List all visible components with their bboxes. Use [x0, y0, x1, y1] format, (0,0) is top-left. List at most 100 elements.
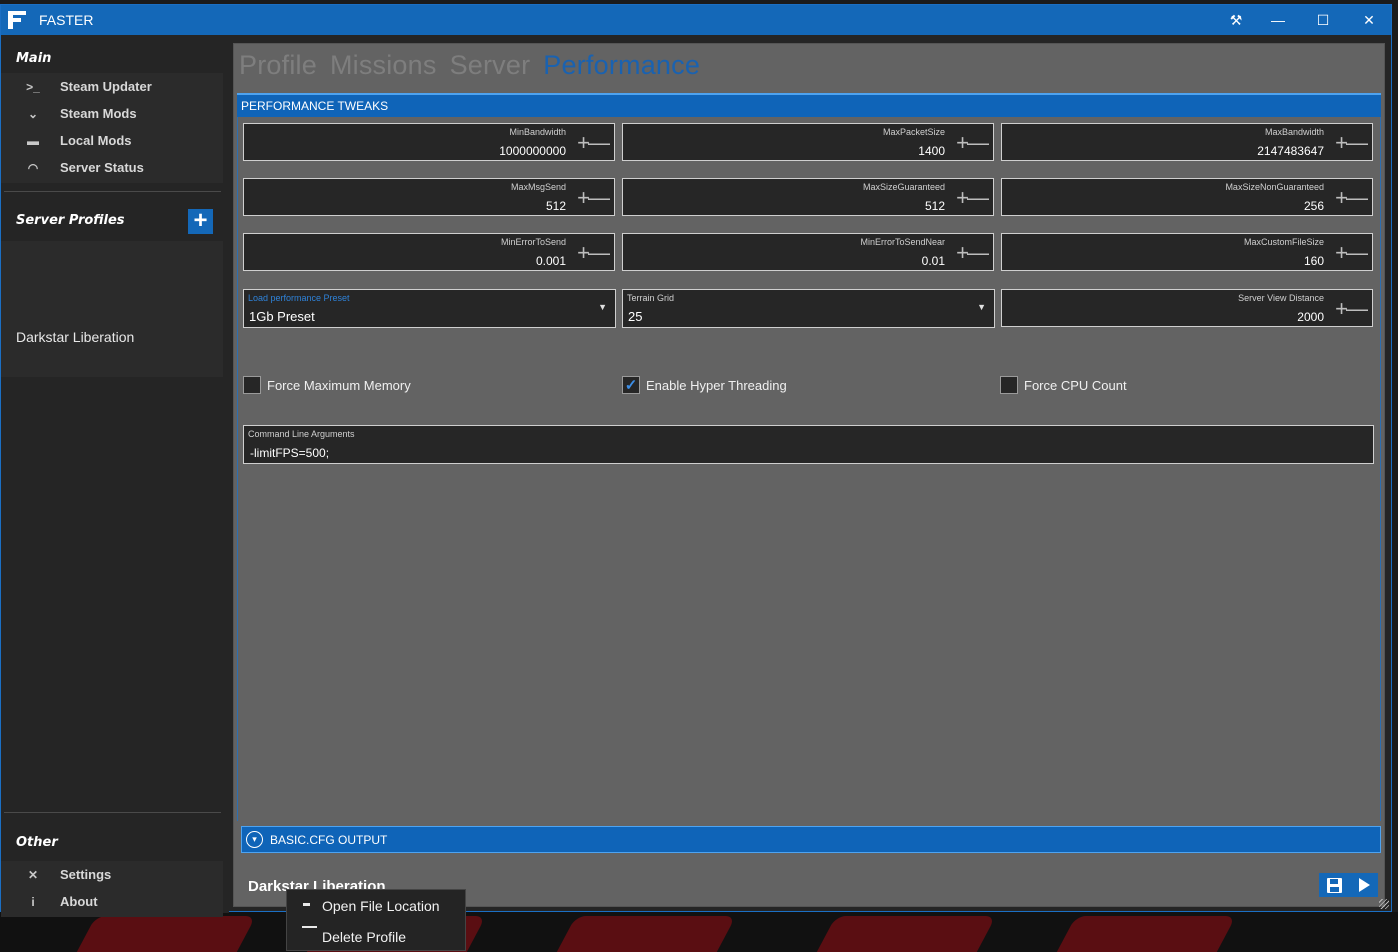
- performance-tweaks-header: PERFORMANCE TWEAKS: [237, 93, 1381, 117]
- max-packet-size-field[interactable]: MaxPacketSize 1400 + —: [622, 123, 994, 161]
- dropdown-label: Load performance Preset: [248, 293, 350, 303]
- dropdown-value: 25: [628, 309, 643, 324]
- sidebar-divider: [4, 191, 221, 192]
- app-logo-icon: [8, 11, 26, 29]
- nav-server-status[interactable]: ◠ Server Status: [1, 154, 223, 181]
- field-label: MinErrorToSend: [500, 237, 566, 247]
- minus-icon[interactable]: —: [1346, 128, 1368, 158]
- force-max-memory-checkbox[interactable]: Force Maximum Memory: [243, 376, 411, 394]
- server-view-distance-field[interactable]: Server View Distance 2000 + —: [1001, 289, 1373, 327]
- background-art: [804, 916, 996, 952]
- field-value[interactable]: 2147483647: [1257, 144, 1324, 158]
- minus-icon[interactable]: —: [1346, 183, 1368, 213]
- max-bandwidth-field[interactable]: MaxBandwidth 2147483647 + —: [1001, 123, 1373, 161]
- server-profiles-label: Server Profiles: [16, 213, 125, 228]
- minus-icon[interactable]: —: [588, 183, 610, 213]
- title-bar[interactable]: FASTER ⚒ — ☐ ✕: [1, 5, 1391, 35]
- basic-cfg-expander[interactable]: ▾ BASIC.CFG OUTPUT: [241, 826, 1381, 853]
- field-label: MaxPacketSize: [882, 127, 945, 137]
- tab-missions[interactable]: Missions: [330, 50, 437, 81]
- nav-local-mods[interactable]: ▬ Local Mods: [1, 127, 223, 154]
- field-value[interactable]: 2000: [1297, 310, 1324, 324]
- nav-item-label: About: [60, 894, 98, 909]
- nav-item-label: Server Status: [60, 160, 144, 175]
- minus-icon[interactable]: —: [1346, 238, 1368, 268]
- field-value[interactable]: 160: [1304, 254, 1324, 268]
- minus-icon[interactable]: —: [967, 183, 989, 213]
- terrain-grid-dropdown[interactable]: Terrain Grid 25 ▼: [622, 289, 995, 328]
- force-cpu-count-checkbox[interactable]: Force CPU Count: [1000, 376, 1127, 394]
- field-value[interactable]: 1000000000: [499, 144, 566, 158]
- chevron-down-icon[interactable]: ▾: [246, 831, 263, 848]
- field-label: Server View Distance: [1238, 293, 1324, 303]
- other-nav: ✕ Settings i About: [1, 861, 223, 917]
- tab-server[interactable]: Server: [450, 50, 531, 81]
- minus-icon[interactable]: —: [967, 128, 989, 158]
- menu-delete-profile[interactable]: Delete Profile: [287, 921, 465, 952]
- min-error-to-send-field[interactable]: MinErrorToSend 0.001 + —: [243, 233, 615, 271]
- checkbox-label: Force Maximum Memory: [267, 377, 411, 393]
- nav-item-label: Settings: [60, 867, 112, 882]
- save-icon[interactable]: [1327, 877, 1343, 893]
- nav-item-label: Steam Updater: [60, 79, 152, 94]
- minimize-button[interactable]: —: [1255, 5, 1301, 35]
- add-profile-button[interactable]: +: [188, 209, 213, 234]
- dropdown-label: Terrain Grid: [627, 293, 675, 303]
- play-icon[interactable]: [1358, 878, 1370, 892]
- nav-steam-updater[interactable]: >_ Steam Updater: [1, 73, 223, 100]
- field-value[interactable]: 1400: [918, 144, 945, 158]
- field-value[interactable]: 0.001: [536, 254, 566, 268]
- gauge-icon: ◠: [27, 160, 39, 175]
- minus-icon[interactable]: —: [588, 238, 610, 268]
- nav-about[interactable]: i About: [1, 888, 223, 915]
- field-label: MaxSizeNonGuaranteed: [1225, 182, 1324, 192]
- briefcase-icon: ▬: [27, 133, 39, 148]
- field-value[interactable]: 512: [546, 199, 566, 213]
- checkbox-label: Enable Hyper Threading: [646, 377, 787, 393]
- tab-performance[interactable]: Performance: [543, 50, 700, 81]
- minus-icon[interactable]: —: [1346, 294, 1368, 324]
- tab-profile[interactable]: Profile: [239, 50, 317, 81]
- steam-icon: ⌄: [27, 106, 39, 121]
- caret-down-icon[interactable]: ▼: [598, 302, 607, 312]
- menu-item-label: Delete Profile: [322, 928, 407, 945]
- checkbox-box[interactable]: [243, 376, 261, 394]
- max-size-guaranteed-field[interactable]: MaxSizeGuaranteed 512 + —: [622, 178, 994, 216]
- settings-icon: ✕: [27, 867, 39, 882]
- max-custom-file-size-field[interactable]: MaxCustomFileSize 160 + —: [1001, 233, 1373, 271]
- dropdown-value: 1Gb Preset: [249, 309, 315, 324]
- resize-grip[interactable]: [1379, 899, 1389, 909]
- field-label: Command Line Arguments: [248, 429, 355, 439]
- checkmark-icon[interactable]: ✓: [622, 376, 640, 394]
- min-bandwidth-field[interactable]: MinBandwidth 1000000000 + —: [243, 123, 615, 161]
- menu-open-file-location[interactable]: Open File Location: [287, 890, 465, 921]
- minus-icon[interactable]: —: [967, 238, 989, 268]
- performance-preset-dropdown[interactable]: Load performance Preset 1Gb Preset ▼: [243, 289, 616, 328]
- info-icon: i: [31, 894, 35, 909]
- min-error-to-send-near-field[interactable]: MinErrorToSendNear 0.01 + —: [622, 233, 994, 271]
- minus-icon[interactable]: —: [588, 128, 610, 158]
- command-line-field[interactable]: Command Line Arguments -limitFPS=500;: [243, 425, 1374, 464]
- hyper-threading-checkbox[interactable]: ✓ Enable Hyper Threading: [622, 376, 787, 394]
- tools-icon[interactable]: ⚒: [1213, 5, 1259, 35]
- checkbox-box[interactable]: [1000, 376, 1018, 394]
- background-art: [64, 916, 256, 952]
- background-art: [1044, 916, 1236, 952]
- close-button[interactable]: ✕: [1346, 5, 1392, 35]
- maximize-button[interactable]: ☐: [1300, 5, 1346, 35]
- caret-down-icon[interactable]: ▼: [977, 302, 986, 312]
- terminal-icon: >_: [26, 79, 40, 94]
- desktop-background: [0, 912, 1398, 952]
- nav-steam-mods[interactable]: ⌄ Steam Mods: [1, 100, 223, 127]
- field-label: MaxMsgSend: [510, 182, 566, 192]
- profile-item[interactable]: Darkstar Liberation: [16, 329, 134, 345]
- field-value[interactable]: 512: [925, 199, 945, 213]
- field-value[interactable]: 0.01: [922, 254, 945, 268]
- checkbox-label: Force CPU Count: [1024, 377, 1127, 393]
- menu-item-label: Open File Location: [322, 897, 440, 914]
- max-msg-send-field[interactable]: MaxMsgSend 512 + —: [243, 178, 615, 216]
- nav-settings[interactable]: ✕ Settings: [1, 861, 223, 888]
- field-value[interactable]: 256: [1304, 199, 1324, 213]
- command-line-input[interactable]: -limitFPS=500;: [250, 446, 329, 460]
- max-size-non-guaranteed-field[interactable]: MaxSizeNonGuaranteed 256 + —: [1001, 178, 1373, 216]
